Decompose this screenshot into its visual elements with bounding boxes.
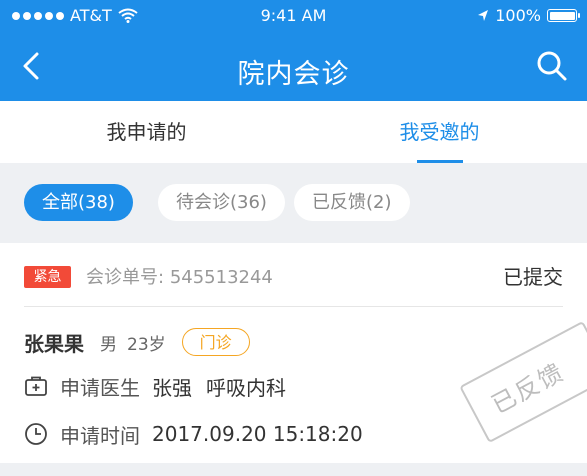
battery-icon: [547, 9, 580, 22]
medical-kit-icon: [25, 376, 47, 396]
filter-all[interactable]: 全部(38): [24, 184, 133, 221]
location-arrow-icon: [478, 10, 489, 21]
battery-percent: 100%: [495, 6, 541, 25]
status-bar: AT&T 9:41 AM 100%: [0, 0, 587, 34]
filter-bar: 全部(38) 待会诊(36) 已反馈(2): [0, 163, 587, 243]
tab-my-requests[interactable]: 我申请的: [0, 101, 293, 163]
patient-age: 23岁: [127, 334, 166, 355]
visit-type-badge: 门诊: [181, 328, 250, 356]
patient-info: 张果果 男 23岁 门诊: [24, 327, 250, 357]
nav-bar: 院内会诊: [0, 34, 587, 101]
filter-feedback[interactable]: 已反馈(2): [294, 184, 410, 221]
status-right: 100%: [477, 6, 580, 25]
order-number-label: 会诊单号:: [86, 267, 165, 288]
page-title: 院内会诊: [237, 59, 350, 90]
time-row: 申请时间 2017.09.20 15:18:20: [24, 419, 377, 449]
urgent-badge: 紧急: [24, 266, 71, 288]
tab-my-invitations[interactable]: 我受邀的: [293, 101, 586, 163]
patient-name: 张果果: [24, 331, 84, 356]
tab-label: 我受邀的: [399, 120, 480, 144]
request-time: 2017.09.20 15:18:20: [152, 422, 363, 446]
card-header: 紧急 会诊单号: 545513244 已提交: [24, 243, 563, 307]
search-icon[interactable]: [535, 49, 569, 83]
tab-label: 我申请的: [106, 120, 187, 144]
department: 呼吸内科: [206, 375, 286, 400]
doctor-row: 申请医生 张强 呼吸内科: [24, 371, 300, 401]
clock-icon: [25, 423, 47, 445]
filter-pending[interactable]: 待会诊(36): [158, 184, 285, 221]
order-number-value: 545513244: [169, 267, 273, 288]
doctor-label: 申请医生: [60, 375, 140, 400]
status-text: 已提交: [503, 265, 563, 289]
app-header: AT&T 9:41 AM 100% 院内会诊: [0, 0, 587, 101]
patient-gender: 男: [100, 334, 117, 355]
time-label: 申请时间: [60, 423, 140, 448]
doctor-name: 张强: [152, 375, 192, 400]
order-number: 会诊单号: 545513244: [86, 263, 273, 289]
segment-tabs: 我申请的 我受邀的: [0, 101, 587, 163]
